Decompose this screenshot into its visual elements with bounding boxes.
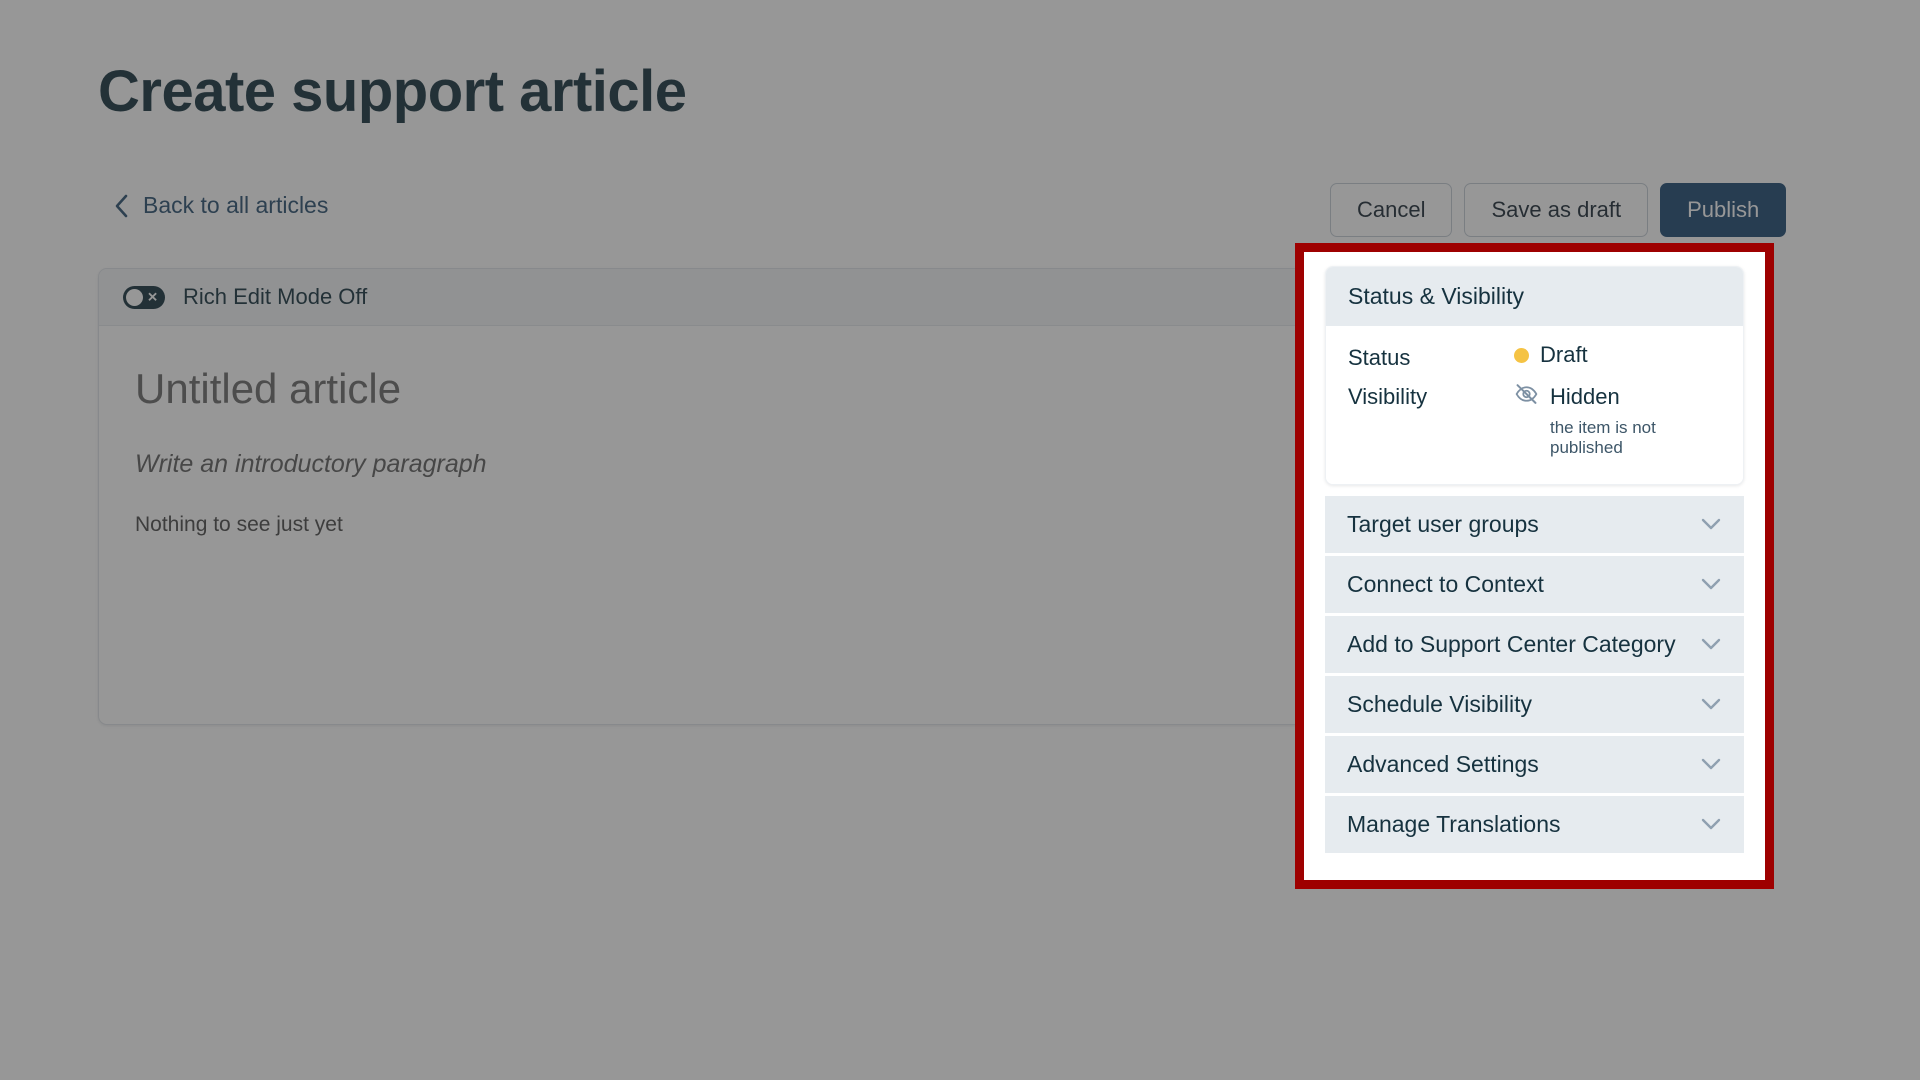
status-value: Draft	[1514, 342, 1588, 368]
chevron-down-icon	[1700, 754, 1722, 776]
status-label: Status	[1348, 345, 1411, 370]
accordion-label: Connect to Context	[1347, 571, 1544, 597]
accordion-label: Add to Support Center Category	[1347, 631, 1676, 657]
accordion-label: Schedule Visibility	[1347, 691, 1532, 717]
accordion-label: Target user groups	[1347, 511, 1539, 537]
visibility-help-text: the item is not published	[1550, 418, 1656, 457]
accordion-item-connect-to-context[interactable]: Connect to Context	[1325, 556, 1744, 616]
visibility-value-wrap: Hidden the item is not published	[1514, 381, 1721, 458]
accordion-item-schedule-visibility[interactable]: Schedule Visibility	[1325, 676, 1744, 736]
status-visibility-body: Status Draft Visibility Hidden the item …	[1326, 326, 1743, 484]
accordion-item-add-to-support-center-category[interactable]: Add to Support Center Category	[1325, 616, 1744, 676]
accordion-item-manage-translations[interactable]: Manage Translations	[1325, 796, 1744, 856]
highlight-annotation-box: Status & Visibility Status Draft Visibil…	[1295, 243, 1774, 889]
chevron-down-icon	[1700, 514, 1722, 536]
status-visibility-card: Status & Visibility Status Draft Visibil…	[1325, 266, 1744, 485]
status-value-label: Draft	[1540, 342, 1588, 367]
chevron-down-icon	[1700, 634, 1722, 656]
accordion-tail	[1325, 856, 1744, 880]
visibility-label: Visibility	[1348, 384, 1428, 409]
status-row[interactable]: Status Draft	[1348, 342, 1721, 371]
visibility-row[interactable]: Visibility Hidden the item is not publis…	[1348, 381, 1721, 458]
settings-panel: Status & Visibility Status Draft Visibil…	[1304, 252, 1765, 880]
accordion-item-target-user-groups[interactable]: Target user groups	[1325, 496, 1744, 556]
settings-accordion: Target user groups Connect to Context Ad…	[1325, 496, 1744, 880]
visibility-value: Hidden	[1514, 381, 1721, 412]
status-dot-icon	[1514, 347, 1529, 363]
chevron-down-icon	[1700, 574, 1722, 596]
status-visibility-header: Status & Visibility	[1326, 267, 1743, 326]
accordion-label: Manage Translations	[1347, 811, 1561, 837]
chevron-down-icon	[1700, 694, 1722, 716]
visibility-value-label: Hidden	[1550, 383, 1620, 409]
accordion-label: Advanced Settings	[1347, 751, 1539, 777]
eye-slash-icon	[1514, 381, 1539, 412]
accordion-item-advanced-settings[interactable]: Advanced Settings	[1325, 736, 1744, 796]
chevron-down-icon	[1700, 814, 1722, 836]
